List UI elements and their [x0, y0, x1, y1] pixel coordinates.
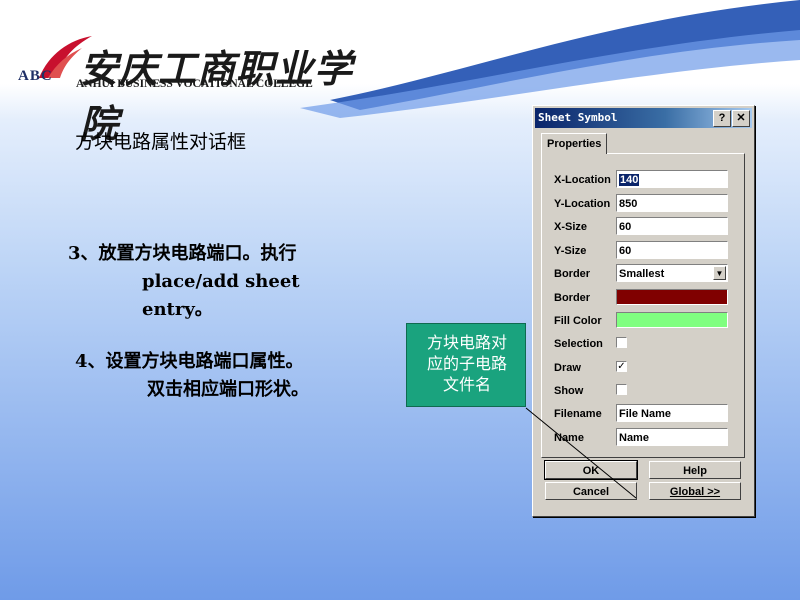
step-4-line-2: 双击相应端口形状。 [147, 379, 309, 400]
y-location-label: Y-Location [554, 198, 611, 210]
step-3-line-1: 3、放置方块电路端口。执行 [68, 243, 297, 264]
help-button[interactable]: Help [649, 461, 741, 479]
filename-input[interactable]: File Name [616, 404, 728, 422]
show-checkbox[interactable] [616, 384, 627, 395]
step-4-text: 4、设置方块电路端口属性。 双击相应端口形状。 [75, 348, 375, 404]
callout-line-3: 文件名 [442, 375, 491, 394]
name-label: Name [554, 432, 584, 444]
fill-color-swatch[interactable] [616, 312, 728, 328]
logo-english-text: ANHUI BUSINESS VOCATIONAL COLLEGE [76, 78, 313, 90]
step-4-line-1: 4、设置方块电路端口属性。 [75, 351, 304, 372]
step-3-line-2: place/add sheet entry。 [142, 271, 300, 320]
draw-label: Draw [554, 362, 581, 374]
draw-checkbox[interactable]: ✓ [616, 361, 627, 372]
checkmark-icon: ✓ [617, 361, 626, 372]
slide-title: 方块电路属性对话框 [75, 131, 247, 153]
logo-abc-text: ABC [18, 68, 53, 84]
y-size-label: Y-Size [554, 245, 587, 257]
draw-row: Draw ✓ [554, 358, 744, 380]
border-width-value: Smallest [619, 268, 665, 280]
filename-label: Filename [554, 408, 602, 420]
cancel-button[interactable]: Cancel [545, 482, 637, 500]
x-size-row: X-Size 60 [554, 217, 744, 239]
x-location-row: X-Location 140 [554, 170, 744, 192]
border-width-row: Border Smallest ▼ [554, 264, 744, 286]
name-input[interactable]: Name [616, 428, 728, 446]
dialog-titlebar[interactable]: Sheet Symbol ? ✕ [535, 108, 752, 128]
properties-panel: X-Location 140 Y-Location 850 X-Size 60 … [541, 153, 745, 458]
border-width-label: Border [554, 268, 591, 280]
callout-text: 方块电路对 应的子电路 文件名 [407, 332, 527, 395]
selection-label: Selection [554, 338, 603, 350]
step-3-text: 3、放置方块电路端口。执行 place/add sheet entry。 [68, 240, 368, 324]
filename-callout: 方块电路对 应的子电路 文件名 [406, 323, 526, 407]
callout-line-2: 应的子电路 [426, 354, 507, 373]
y-location-row: Y-Location 850 [554, 194, 744, 216]
close-icon[interactable]: ✕ [732, 110, 750, 127]
selection-checkbox[interactable] [616, 337, 627, 348]
college-logo: ABC 安庆工商职业学院 ANHUI BUSINESS VOCATIONAL C… [16, 36, 356, 146]
border-color-swatch[interactable] [616, 289, 728, 305]
border-color-label: Border [554, 292, 591, 304]
ok-button[interactable]: OK [544, 460, 638, 480]
show-label: Show [554, 385, 584, 397]
x-size-label: X-Size [554, 221, 588, 233]
y-size-row: Y-Size 60 [554, 241, 744, 263]
y-location-input[interactable]: 850 [616, 194, 728, 212]
tab-properties[interactable]: Properties [541, 133, 608, 154]
y-size-input[interactable]: 60 [616, 241, 728, 259]
show-row: Show [554, 381, 744, 403]
callout-line-1: 方块电路对 [426, 333, 507, 352]
x-location-label: X-Location [554, 174, 611, 186]
border-color-row: Border [554, 288, 744, 310]
sheet-symbol-dialog: Sheet Symbol ? ✕ Properties X-Location 1… [532, 105, 755, 517]
x-location-input[interactable]: 140 [616, 170, 728, 188]
selection-row: Selection [554, 334, 744, 356]
name-row: Name Name [554, 428, 744, 450]
filename-row: Filename File Name [554, 404, 744, 426]
border-width-select[interactable]: Smallest ▼ [616, 264, 728, 282]
fill-color-label: Fill Color [554, 315, 602, 327]
global-button[interactable]: Global >> [649, 482, 741, 500]
x-location-value: 140 [619, 174, 640, 186]
fill-color-row: Fill Color [554, 311, 744, 333]
dialog-title: Sheet Symbol [538, 111, 618, 124]
chevron-down-icon[interactable]: ▼ [713, 266, 726, 280]
help-icon[interactable]: ? [713, 110, 731, 127]
x-size-input[interactable]: 60 [616, 217, 728, 235]
